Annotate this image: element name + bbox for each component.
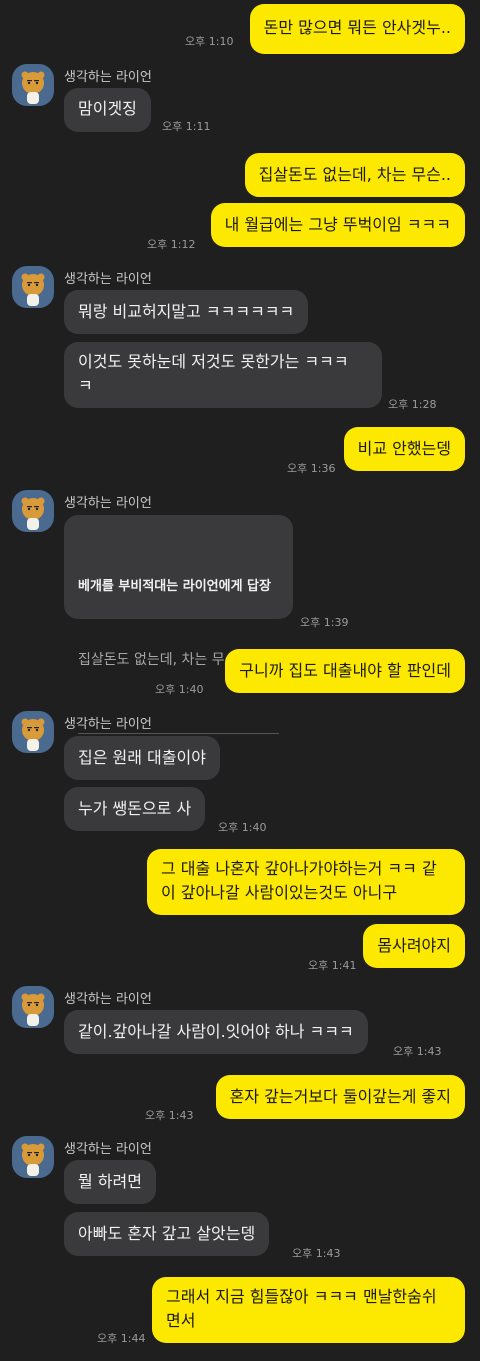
avatar[interactable] xyxy=(12,1136,54,1178)
lion-avatar-icon xyxy=(21,1143,45,1176)
message-bubble-other[interactable]: 이것도 못하눈데 저것도 못한가는 ㅋㅋㅋ ㅋ xyxy=(64,342,382,408)
message-bubble-other[interactable]: 뭐랑 비교허지말고 ㅋㅋㅋㅋㅋㅋ xyxy=(64,290,309,334)
message-time: 오후 1:39 xyxy=(300,616,349,629)
message-bubble-mine[interactable]: 그래서 지금 힘들잖아 ㅋㅋㅋ 맨날한숨쉬 면서 xyxy=(152,1277,465,1343)
message-bubble-mine[interactable]: 돈만 많으면 뭐든 안사겟누.. xyxy=(249,4,465,54)
avatar[interactable] xyxy=(12,266,54,308)
reply-divider xyxy=(78,733,279,734)
lion-avatar-icon xyxy=(21,71,45,104)
message-bubble-mine[interactable]: 비교 안했는뎅 xyxy=(343,427,465,471)
reply-header: 베개를 부비적대는 라이언에게 답장 xyxy=(78,579,271,594)
message-bubble-other[interactable]: 뭘 하려면 xyxy=(64,1160,156,1204)
message-bubble-other[interactable]: 같이.갚아나갈 사람이.잇어야 하나 ㅋㅋㅋ xyxy=(64,1010,368,1054)
message-bubble-mine[interactable]: 혼자 갚는거보다 둘이갚는게 좋지 xyxy=(215,1075,465,1119)
message-time: 오후 1:28 xyxy=(388,398,437,411)
sender-name: 생각하는 라이언 xyxy=(64,992,152,1007)
lion-avatar-icon xyxy=(21,497,45,530)
avatar[interactable] xyxy=(12,711,54,753)
lion-avatar-icon xyxy=(21,273,45,306)
lion-avatar-icon xyxy=(21,993,45,1026)
lion-avatar-icon xyxy=(21,718,45,751)
message-bubble-other[interactable]: 누가 쌩돈으로 사 xyxy=(64,787,206,831)
message-bubble-mine[interactable]: 그 대출 나혼자 갚아나가야하는거 ㅋㅋ 같 이 갚아나갈 사람이있는것도 아니… xyxy=(147,849,465,915)
message-bubble-mine[interactable]: 몸사려야지 xyxy=(363,924,465,968)
message-time: 오후 1:10 xyxy=(185,35,234,48)
sender-name: 생각하는 라이언 xyxy=(64,717,152,732)
chat-log[interactable]: 돈만 많으면 뭐든 안사겟누.. 오후 1:10 생각하는 라이언 맘이겟징 오… xyxy=(0,0,480,1361)
message-bubble-other[interactable]: 집은 원래 대출이야 xyxy=(64,736,220,780)
message-time: 오후 1:40 xyxy=(155,683,204,696)
message-time: 오후 1:12 xyxy=(147,238,196,251)
message-bubble-mine[interactable]: 내 월급에는 그냥 뚜벅이임 ㅋㅋㅋ xyxy=(210,203,465,247)
message-bubble-mine[interactable]: 구니까 집도 대출내야 할 판인데 xyxy=(225,649,465,693)
message-time: 오후 1:44 xyxy=(97,1332,146,1345)
avatar[interactable] xyxy=(12,64,54,106)
reply-bubble[interactable]: 베개를 부비적대는 라이언에게 답장 집살돈도 없는데, 차는 무슨.. 이거 xyxy=(64,515,293,815)
message-bubble-mine[interactable]: 집살돈도 없는데, 차는 무슨.. xyxy=(244,153,465,197)
message-time: 오후 1:11 xyxy=(162,120,211,133)
message-time: 오후 1:41 xyxy=(308,959,357,972)
message-time: 오후 1:43 xyxy=(145,1109,194,1122)
message-time: 오후 1:36 xyxy=(287,462,336,475)
message-time: 오후 1:43 xyxy=(393,1045,442,1058)
avatar[interactable] xyxy=(12,986,54,1028)
message-time: 오후 1:43 xyxy=(292,1247,341,1260)
avatar[interactable] xyxy=(12,490,54,532)
sender-name: 생각하는 라이언 xyxy=(64,70,152,85)
sender-name: 생각하는 라이언 xyxy=(64,496,152,511)
sender-name: 생각하는 라이언 xyxy=(64,1142,152,1157)
message-bubble-other[interactable]: 아빠도 혼자 갚고 살앗는뎅 xyxy=(64,1212,270,1256)
sender-name: 생각하는 라이언 xyxy=(64,272,152,287)
message-bubble-other[interactable]: 맘이겟징 xyxy=(64,88,151,132)
message-time: 오후 1:40 xyxy=(218,821,267,834)
